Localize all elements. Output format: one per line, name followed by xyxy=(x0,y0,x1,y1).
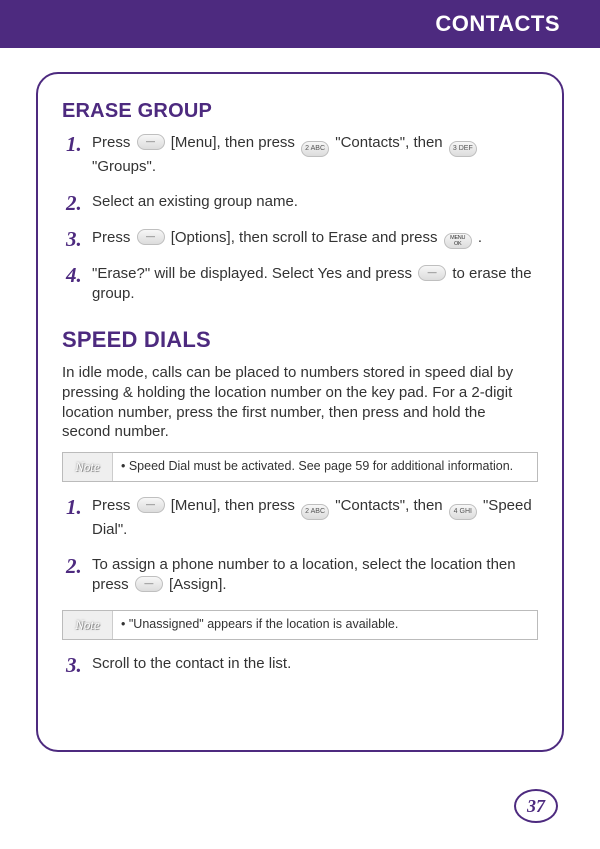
erase-group-title: ERASE GROUP xyxy=(62,100,538,123)
note-label: Note xyxy=(63,453,113,481)
note-box-1: Note • Speed Dial must be activated. See… xyxy=(62,452,538,482)
note-text: • "Unassigned" appears if the location i… xyxy=(113,611,537,639)
speed-dials-step-3: 3. Scroll to the contact in the list. xyxy=(66,654,538,676)
step-number: 1. xyxy=(66,496,92,518)
erase-group-step-4: 4. "Erase?" will be displayed. Select Ye… xyxy=(66,264,538,305)
softkey-icon xyxy=(137,134,165,150)
speed-dials-intro: In idle mode, calls can be placed to num… xyxy=(62,363,538,442)
softkey-icon xyxy=(135,576,163,592)
key-2-icon xyxy=(301,504,329,520)
step-number: 3. xyxy=(66,654,92,676)
step-number: 3. xyxy=(66,228,92,250)
page-number-badge: 37 xyxy=(514,789,558,823)
key-3-icon xyxy=(449,141,477,157)
softkey-icon xyxy=(137,497,165,513)
erase-group-step-3: 3. Press [Options], then scroll to Erase… xyxy=(66,228,538,250)
note-text: • Speed Dial must be activated. See page… xyxy=(113,453,537,481)
step-body: "Erase?" will be displayed. Select Yes a… xyxy=(92,264,538,305)
step-number: 4. xyxy=(66,264,92,286)
speed-dials-title: SPEED DIALS xyxy=(62,327,538,353)
erase-group-steps: 1. Press [Menu], then press "Contacts", … xyxy=(62,133,538,305)
page-number: 37 xyxy=(527,796,545,817)
note-label: Note xyxy=(63,611,113,639)
key-2-icon xyxy=(301,141,329,157)
erase-group-step-2: 2. Select an existing group name. xyxy=(66,192,538,214)
step-body: To assign a phone number to a location, … xyxy=(92,555,538,596)
step-body: Press [Options], then scroll to Erase an… xyxy=(92,228,538,249)
step-body: Select an existing group name. xyxy=(92,192,538,213)
step-body: Scroll to the contact in the list. xyxy=(92,654,538,675)
step-body: Press [Menu], then press "Contacts", the… xyxy=(92,133,538,178)
speed-dials-steps: 1. Press [Menu], then press "Contacts", … xyxy=(62,496,538,596)
step-number: 2. xyxy=(66,555,92,577)
content-card: ERASE GROUP 1. Press [Menu], then press … xyxy=(36,72,564,752)
speed-dials-step-2: 2. To assign a phone number to a locatio… xyxy=(66,555,538,596)
speed-dials-step-1: 1. Press [Menu], then press "Contacts", … xyxy=(66,496,538,541)
erase-group-step-1: 1. Press [Menu], then press "Contacts", … xyxy=(66,133,538,178)
header-title: CONTACTS xyxy=(435,11,560,37)
step-number: 1. xyxy=(66,133,92,155)
step-number: 2. xyxy=(66,192,92,214)
softkey-icon xyxy=(137,229,165,245)
note-box-2: Note • "Unassigned" appears if the locat… xyxy=(62,610,538,640)
softkey-icon xyxy=(418,265,446,281)
menu-ok-icon xyxy=(444,233,472,249)
step-body: Press [Menu], then press "Contacts", the… xyxy=(92,496,538,541)
speed-dials-steps-cont: 3. Scroll to the contact in the list. xyxy=(62,654,538,676)
key-4-icon xyxy=(449,504,477,520)
header-bar: CONTACTS xyxy=(0,0,600,48)
